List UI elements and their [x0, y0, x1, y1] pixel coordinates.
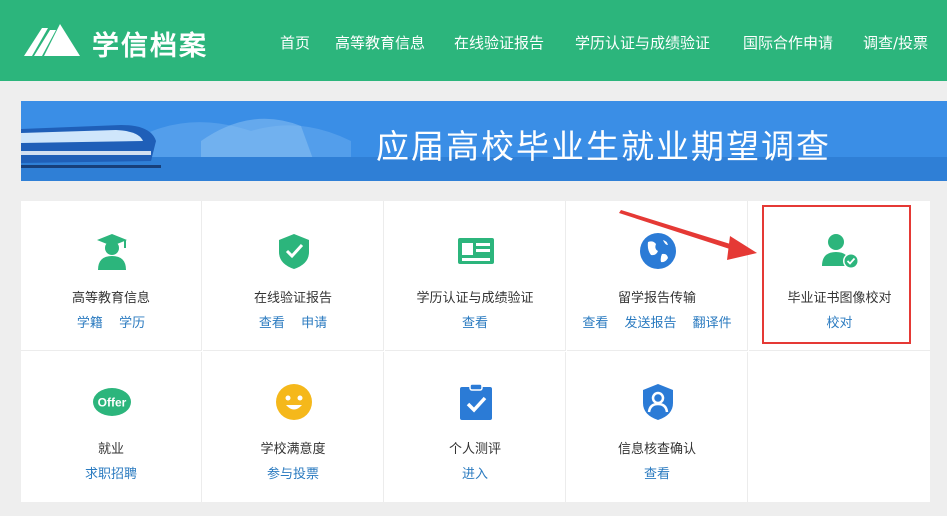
service-links: 查看 [385, 312, 565, 331]
nav-home[interactable]: 首页 [280, 32, 310, 53]
link-translation[interactable]: 翻译件 [693, 316, 732, 331]
link-view[interactable]: 查看 [644, 467, 670, 482]
service-title: 在线验证报告 [253, 291, 332, 306]
link-enter[interactable]: 进入 [462, 467, 488, 482]
nav-survey-vote[interactable]: 调查/投票 [863, 32, 928, 53]
link-student-status[interactable]: 学籍 [77, 316, 103, 331]
service-links: 求职招聘 [21, 463, 201, 482]
service-title: 个人测评 [448, 442, 501, 457]
service-higher-education[interactable]: 高等教育信息 学籍 学历 [21, 201, 202, 351]
service-links: 学籍 学历 [21, 312, 201, 331]
service-links: 查看 [567, 463, 747, 482]
service-info-verification[interactable]: 信息核查确认 查看 [567, 352, 748, 502]
offer-icon-text: Offer [98, 396, 127, 410]
link-view[interactable]: 查看 [462, 316, 488, 331]
link-job-search[interactable]: 求职招聘 [85, 467, 137, 482]
nav-degree-certification[interactable]: 学历认证与成绩验证 [575, 32, 710, 53]
service-school-satisfaction[interactable]: 学校满意度 参与投票 [203, 352, 384, 502]
brand-name[interactable]: 学信档案 [92, 24, 208, 63]
service-employment[interactable]: Offer 就业 求职招聘 [21, 352, 202, 502]
logo-icon[interactable] [20, 20, 84, 60]
shield-user-icon [643, 384, 673, 420]
link-view[interactable]: 查看 [582, 316, 608, 331]
link-degree[interactable]: 学历 [119, 316, 145, 331]
highlight-box [762, 205, 911, 344]
clipboard-check-icon [460, 383, 492, 420]
link-vote[interactable]: 参与投票 [267, 467, 319, 482]
top-header: 学信档案 首页 高等教育信息 在线验证报告 学历认证与成绩验证 国际合作申请 调… [0, 0, 947, 81]
service-links: 查看 发送报告 翻译件 [567, 312, 747, 331]
nav-international-cooperation[interactable]: 国际合作申请 [743, 32, 833, 53]
link-view[interactable]: 查看 [259, 316, 285, 331]
graduate-icon [97, 234, 127, 270]
service-online-verification[interactable]: 在线验证报告 查看 申请 [203, 201, 384, 351]
service-title: 就业 [97, 442, 124, 457]
service-title: 学校满意度 [260, 442, 326, 457]
link-apply[interactable]: 申请 [301, 316, 327, 331]
service-personal-assessment[interactable]: 个人测评 进入 [385, 352, 566, 502]
offer-icon: Offer [93, 388, 131, 416]
service-title: 留学报告传输 [617, 291, 696, 306]
banner-title: 应届高校毕业生就业期望调查 [376, 127, 831, 166]
service-title: 学历认证与成绩验证 [416, 291, 534, 306]
service-title: 高等教育信息 [71, 291, 150, 306]
service-links: 查看 申请 [203, 312, 383, 331]
shield-check-icon [279, 234, 309, 269]
survey-banner[interactable]: 应届高校毕业生就业期望调查 [21, 101, 947, 181]
smiley-icon [276, 384, 312, 420]
nav-higher-education[interactable]: 高等教育信息 [335, 32, 425, 53]
red-arrow-icon [619, 210, 757, 260]
link-send-report[interactable]: 发送报告 [624, 316, 676, 331]
service-links: 参与投票 [203, 463, 383, 482]
id-card-icon [458, 238, 494, 264]
service-degree-certification[interactable]: 学历认证与成绩验证 查看 [385, 201, 566, 351]
service-links: 进入 [385, 463, 565, 482]
empty-cell [749, 352, 930, 502]
nav-online-verification[interactable]: 在线验证报告 [454, 32, 544, 53]
service-title: 信息核查确认 [617, 442, 696, 457]
